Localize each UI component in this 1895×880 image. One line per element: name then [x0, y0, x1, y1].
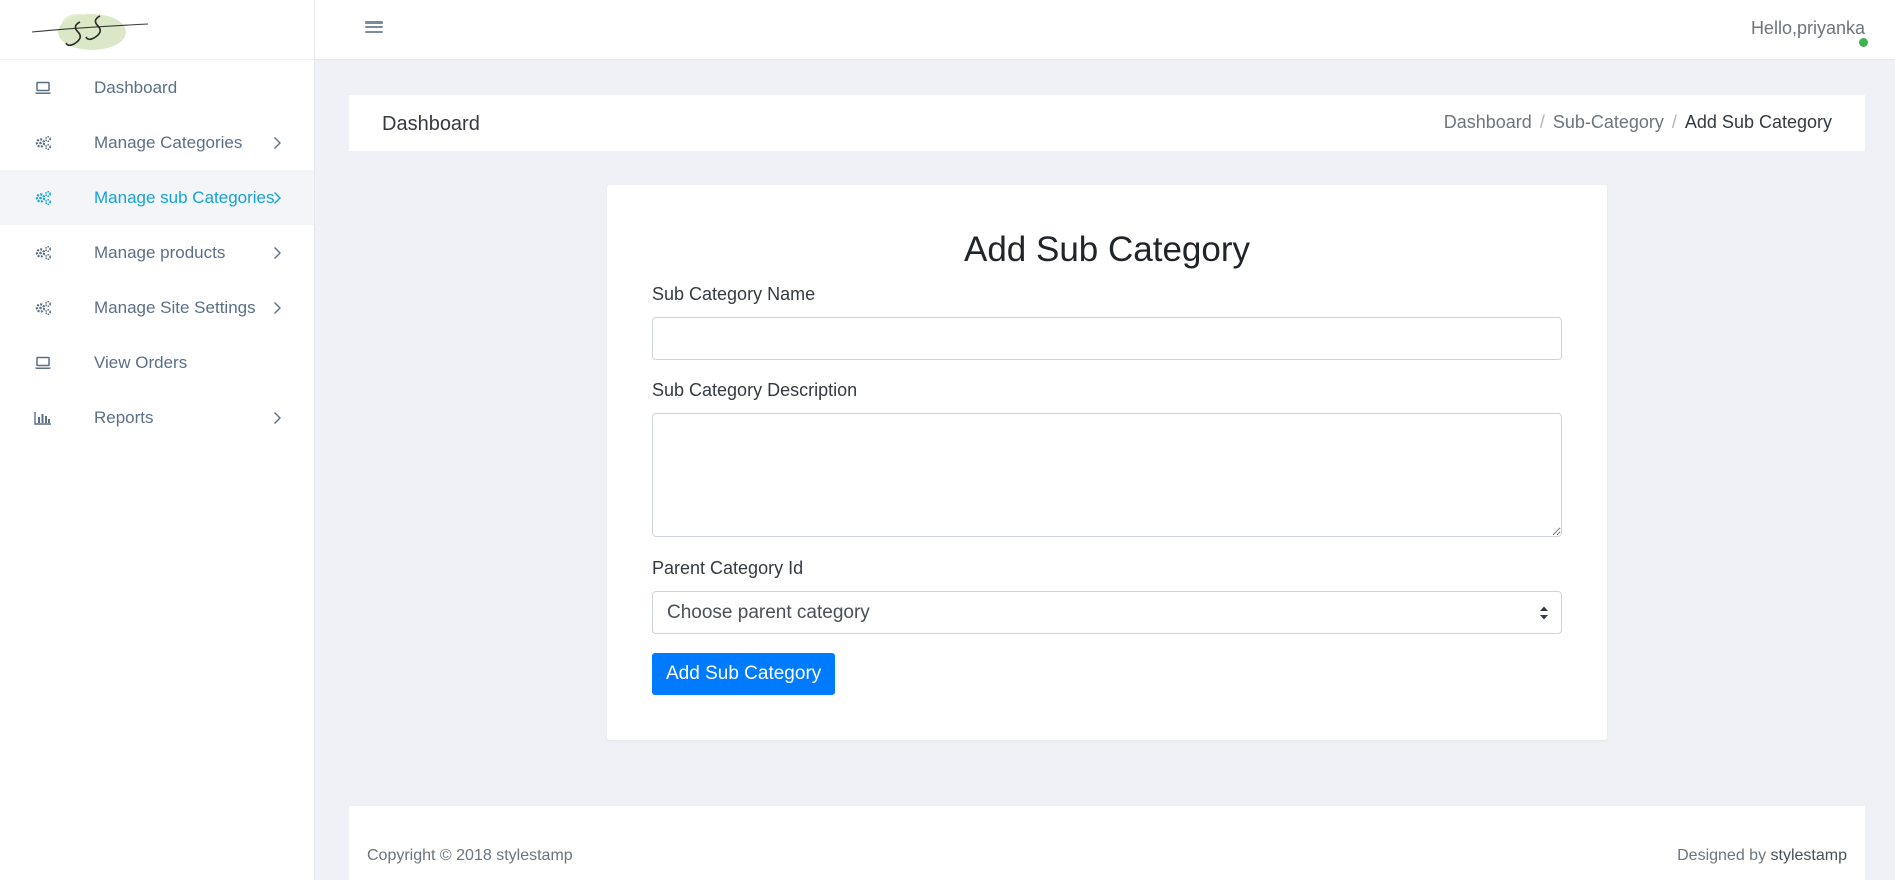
sidebar-item-label: Manage products [94, 242, 226, 262]
footer-credit: Designed by stylestamp [1677, 847, 1847, 865]
page-header: Dashboard Dashboard / Sub-Category / Add… [349, 95, 1865, 151]
user-greeting[interactable]: Hello,priyanka [1751, 18, 1865, 39]
breadcrumb: Dashboard / Sub-Category / Add Sub Categ… [1444, 112, 1832, 133]
parent-category-select[interactable]: Choose parent category [652, 591, 1562, 634]
sidebar-item-dashboard[interactable]: Dashboard [0, 60, 314, 115]
sub-category-name-label: Sub Category Name [652, 284, 816, 304]
sidebar-item-view-orders[interactable]: View Orders [0, 335, 314, 390]
sidebar-item-label: Dashboard [94, 77, 178, 97]
gears-icon [32, 187, 54, 209]
sidebar-item-label: View Orders [94, 352, 188, 372]
sub-category-name-input[interactable] [652, 317, 1562, 360]
footer-designed-by-label: Designed by [1677, 847, 1767, 864]
chevron-right-icon [270, 411, 284, 425]
sidebar-item-reports[interactable]: Reports [0, 390, 314, 445]
online-status-dot [1859, 38, 1868, 47]
footer-brand-link[interactable]: stylestamp [1771, 847, 1847, 864]
gears-icon [32, 242, 54, 264]
footer: Copyright © 2018 stylestamp Designed by … [349, 806, 1865, 880]
parent-category-label: Parent Category Id [652, 558, 804, 578]
logo[interactable] [0, 0, 314, 60]
sub-category-description-textarea[interactable] [652, 413, 1562, 537]
sidebar-item-label: Manage Site Settings [94, 297, 256, 317]
breadcrumb-separator: / [1671, 112, 1677, 132]
sidebar-item-manage-sub-categories[interactable]: Manage sub Categories [0, 170, 314, 225]
sidebar-item-label: Reports [94, 407, 154, 427]
chevron-right-icon [270, 301, 284, 315]
breadcrumb-item-dashboard[interactable]: Dashboard [1444, 112, 1532, 133]
sidebar-item-label: Manage sub Categories [94, 187, 275, 207]
brand-logo-icon [31, 13, 149, 50]
gears-icon [32, 132, 54, 154]
breadcrumb-separator: / [1539, 112, 1545, 132]
bar-chart-icon [32, 407, 54, 429]
sub-category-description-label: Sub Category Description [652, 380, 858, 400]
page-title: Dashboard [382, 113, 480, 135]
chevron-right-icon [270, 191, 284, 205]
sidebar-item-manage-categories[interactable]: Manage Categories [0, 115, 314, 170]
footer-copyright: Copyright © 2018 stylestamp [367, 847, 573, 864]
sidebar: Dashboard Manage Categories Manage sub Cat… [0, 0, 315, 880]
select-arrows-icon [1540, 606, 1548, 620]
laptop-icon [32, 352, 54, 374]
add-sub-category-card: Add Sub Category Sub Category Name Sub C… [607, 185, 1607, 740]
topbar: Hello,priyanka [315, 0, 1895, 60]
add-sub-category-button[interactable]: Add Sub Category [652, 653, 836, 695]
chevron-right-icon [270, 246, 284, 260]
sidebar-item-manage-site-settings[interactable]: Manage Site Settings [0, 280, 314, 335]
chevron-right-icon [270, 136, 284, 150]
breadcrumb-item-sub-category[interactable]: Sub-Category [1553, 112, 1664, 133]
sidebar-item-manage-products[interactable]: Manage products [0, 225, 314, 280]
sidebar-item-label: Manage Categories [94, 132, 243, 152]
breadcrumb-item-current: Add Sub Category [1684, 112, 1832, 132]
sidebar-nav: Dashboard Manage Categories Manage sub Cat… [0, 60, 314, 445]
laptop-icon [32, 77, 54, 99]
parent-category-selected-value: Choose parent category [667, 601, 870, 623]
menu-toggle-icon[interactable] [365, 19, 383, 35]
form-title: Add Sub Category [963, 230, 1250, 269]
gears-icon [32, 297, 54, 319]
